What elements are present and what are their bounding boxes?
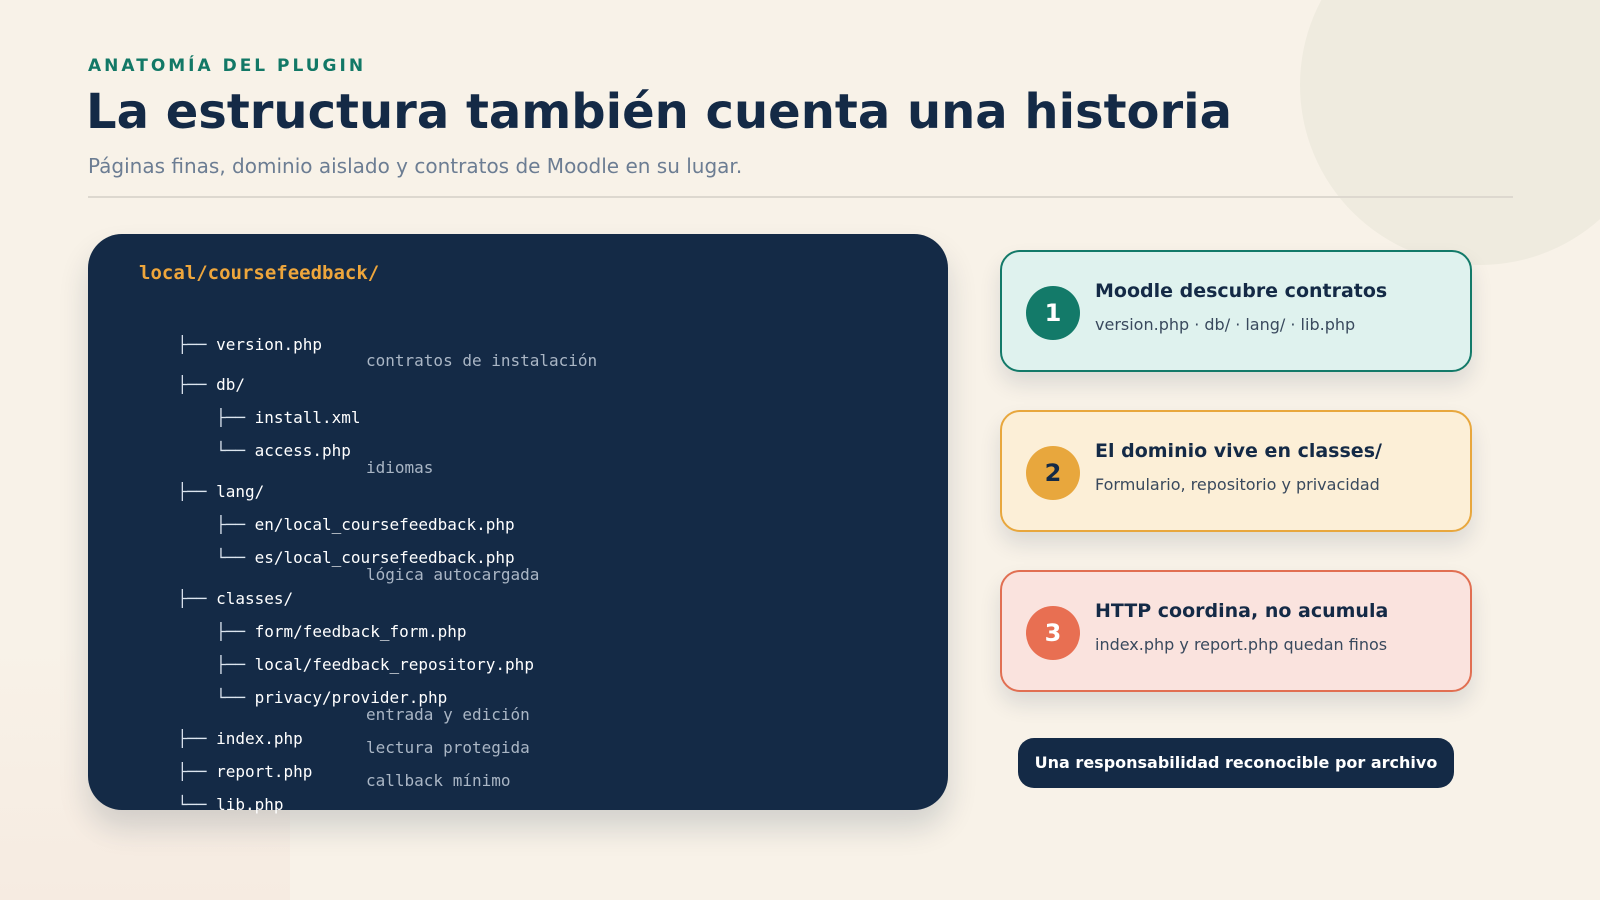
tree-row-index: ├── index.php entrada y edición bbox=[139, 703, 530, 748]
card-title: Moodle descubre contratos bbox=[1095, 280, 1388, 302]
tree-row-report: ├── report.php lectura protegida bbox=[139, 736, 530, 781]
tree-row-form: ├── form/feedback_form.php bbox=[139, 596, 466, 641]
tree-row-lang-en: ├── en/local_coursefeedback.php bbox=[139, 489, 515, 534]
tree-note: lectura protegida bbox=[366, 738, 530, 757]
tree-note: idiomas bbox=[366, 458, 434, 477]
step-number-badge: 1 bbox=[1026, 286, 1080, 340]
tree-root-folder: local/coursefeedback/ bbox=[139, 262, 380, 284]
tree-row-db: ├── db/contratos de instalación bbox=[139, 349, 598, 394]
tree-branch: └── bbox=[177, 795, 217, 814]
card-title: El dominio vive en classes/ bbox=[1095, 440, 1382, 462]
tree-note: callback mínimo bbox=[366, 771, 511, 790]
tree-row-install: ├── install.xml bbox=[139, 382, 361, 427]
tree-note: contratos de instalación bbox=[366, 351, 598, 370]
tree-note: entrada y edición bbox=[366, 705, 530, 724]
tree-file-name: lib.php bbox=[216, 795, 284, 814]
tree-row-privacy: └── privacy/provider.php bbox=[139, 662, 447, 707]
card-title: HTTP coordina, no acumula bbox=[1095, 600, 1389, 622]
tree-note: lógica autocargada bbox=[366, 565, 540, 584]
responsibility-pill: Una responsabilidad reconocible por arch… bbox=[1018, 738, 1454, 788]
file-tree-panel: local/coursefeedback/ ├── version.php ├─… bbox=[88, 234, 948, 814]
card-description: index.php y report.php quedan finos bbox=[1095, 635, 1388, 654]
eyebrow-label: ANATOMÍA DEL PLUGIN bbox=[88, 56, 367, 76]
card-description: version.php · db/ · lang/ · lib.php bbox=[1095, 315, 1356, 334]
step-number-badge: 3 bbox=[1026, 606, 1080, 660]
http-card: 3 HTTP coordina, no acumula index.php y … bbox=[1000, 570, 1472, 692]
step-number-badge: 2 bbox=[1026, 446, 1080, 500]
page-subtitle: Páginas finas, dominio aislado y contrat… bbox=[88, 154, 743, 178]
card-description: Formulario, repositorio y privacidad bbox=[1095, 475, 1380, 494]
decorative-circle bbox=[1300, 0, 1600, 265]
tree-row-classes: ├── classes/lógica autocargada bbox=[139, 563, 540, 608]
tree-row-lib: └── lib.php callback mínimo bbox=[139, 769, 511, 814]
tree-file-name: access.php bbox=[254, 441, 351, 460]
tree-row-access: └── access.php bbox=[139, 415, 351, 460]
tree-row-repository: ├── local/feedback_repository.php bbox=[139, 629, 534, 674]
tree-row-lang: ├── lang/idiomas bbox=[139, 456, 434, 501]
header-divider bbox=[88, 196, 1513, 198]
tree-row-version: ├── version.php bbox=[139, 309, 323, 354]
page-title: La estructura también cuenta una histori… bbox=[86, 84, 1233, 140]
contracts-card: 1 Moodle descubre contratos version.php … bbox=[1000, 250, 1472, 372]
domain-card: 2 El dominio vive en classes/ Formulario… bbox=[1000, 410, 1472, 532]
tree-row-lang-es: └── es/local_coursefeedback.php bbox=[139, 522, 515, 567]
